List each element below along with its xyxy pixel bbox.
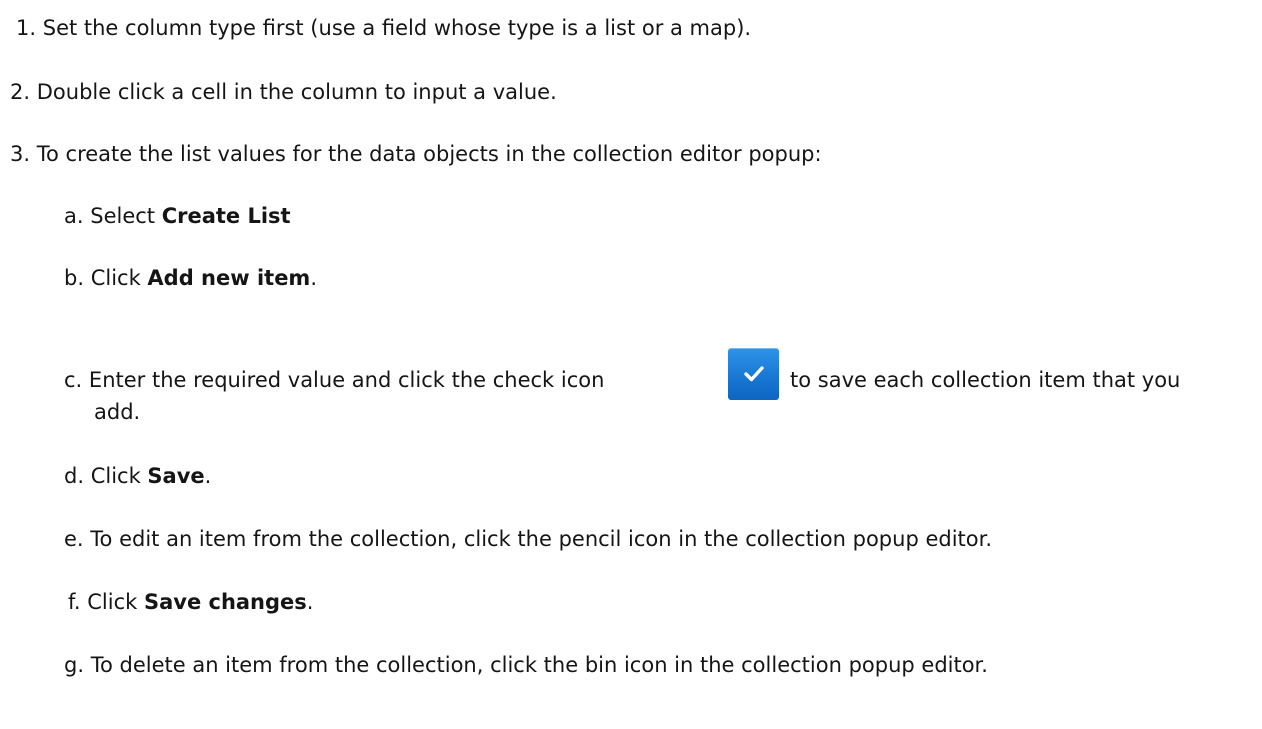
add-new-item-label: Add new item [147,266,311,290]
save-changes-label: Save changes [143,590,307,614]
substep-b-after: . [310,266,318,290]
step-3-text: To create the list values for the data o… [36,142,822,166]
save-label: Save [147,464,205,488]
step-2-text: Double click a cell in the column to inp… [36,80,557,104]
substep-f-text: Click [87,590,144,614]
substep-c-after-text: to save each collection item that you [790,368,1181,392]
substep-e-text: To edit an item from the collection, cli… [90,527,992,551]
substep-c-marker: c. [64,368,83,392]
substep-a: a. Select Create List [64,202,291,231]
check-icon [728,348,779,400]
substep-c: c. Enter the required value and click th… [64,366,604,395]
substep-c-after: to save each collection item that you [790,366,1180,395]
substep-c-continuation: add. [94,398,140,427]
step-1: 1. Set the column type first (use a fiel… [16,14,751,43]
substep-b-marker: b. [64,266,85,290]
step-1-text: Set the column type first (use a field w… [42,16,752,40]
substep-d-after: . [204,464,212,488]
substep-f-marker: f. [68,590,81,614]
step-1-marker: 1. [16,16,37,40]
substep-d-text: Click [90,464,148,488]
substep-a-text: Select [90,204,162,228]
create-list-label: Create List [161,204,291,228]
substep-b: b. Click Add new item. [64,264,317,293]
step-3: 3. To create the list values for the dat… [10,140,822,169]
substep-a-marker: a. [64,204,84,228]
step-2: 2. Double click a cell in the column to … [10,78,557,107]
substep-e: e. To edit an item from the collection, … [64,525,992,554]
substep-b-text: Click [90,266,148,290]
substep-f-after: . [306,590,314,614]
substep-g-marker: g. [64,653,85,677]
substep-e-marker: e. [64,527,84,551]
step-2-marker: 2. [10,80,31,104]
substep-c-text: Enter the required value and click the c… [88,368,605,392]
substep-d-marker: d. [64,464,85,488]
step-3-marker: 3. [10,142,31,166]
substep-g: g. To delete an item from the collection… [64,651,988,680]
substep-f: f. Click Save changes. [68,588,313,617]
substep-g-text: To delete an item from the collection, c… [90,653,988,677]
substep-c-continuation-text: add. [94,400,141,424]
substep-d: d. Click Save. [64,462,211,491]
